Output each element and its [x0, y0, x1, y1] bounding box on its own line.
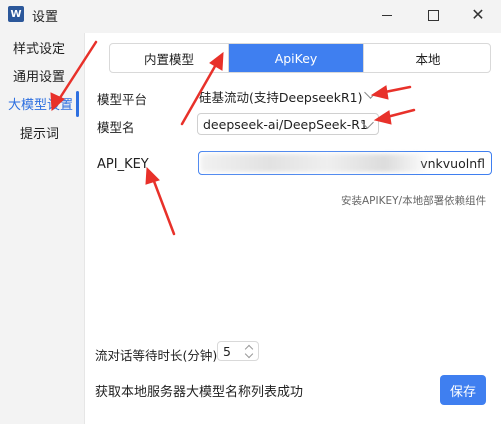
chevron-down-icon: [244, 349, 254, 359]
title-bar: W 设置 ✕: [0, 0, 501, 30]
sidebar-item-label: 提示词: [20, 126, 60, 142]
wait-duration-value: 5: [223, 343, 231, 359]
sidebar-item-general[interactable]: 通用设置: [0, 63, 76, 87]
platform-label: 模型平台: [97, 92, 148, 107]
tab-local[interactable]: 本地: [363, 44, 490, 72]
close-icon: ✕: [471, 5, 485, 24]
sidebar-active-indicator: [76, 91, 79, 117]
api-key-label: API_KEY: [97, 157, 149, 172]
sidebar-item-label: 大模型设置: [8, 97, 74, 113]
chevron-down-icon: [364, 86, 377, 99]
minimize-button[interactable]: [364, 0, 410, 30]
install-hint: 安装APIKEY/本地部署依赖组件: [341, 195, 487, 207]
sidebar-item-prompts[interactable]: 提示词: [0, 120, 76, 144]
close-button[interactable]: ✕: [455, 0, 501, 30]
model-select-value: deepseek-ai/DeepSeek-R1: [203, 116, 368, 132]
window-title: 设置: [32, 10, 59, 25]
sidebar-item-label: 样式设定: [13, 41, 66, 57]
model-select[interactable]: deepseek-ai/DeepSeek-R1: [197, 113, 379, 135]
maximize-button[interactable]: [410, 0, 456, 30]
sidebar-item-label: 通用设置: [13, 69, 66, 85]
maximize-icon: [427, 9, 439, 21]
tab-builtin-model[interactable]: 内置模型: [110, 44, 229, 72]
model-source-tabs: 内置模型 ApiKey 本地: [109, 43, 491, 73]
settings-panel: 内置模型 ApiKey 本地 模型平台 硅基流动(支持DeepseekR1) 模…: [84, 33, 501, 424]
sidebar-item-llm[interactable]: 大模型设置: [0, 91, 76, 115]
minimize-icon: [382, 14, 392, 16]
status-message: 获取本地服务器大模型名称列表成功: [95, 385, 304, 400]
sidebar-item-style[interactable]: 样式设定: [0, 35, 76, 59]
redaction-blur: [201, 154, 431, 172]
wait-duration-label: 流对话等待时长(分钟): [95, 348, 218, 363]
settings-sidebar: 样式设定 通用设置 大模型设置 提示词: [0, 30, 80, 424]
platform-select[interactable]: 硅基流动(支持DeepseekR1): [199, 86, 379, 106]
save-button[interactable]: 保存: [440, 375, 486, 405]
word-app-icon: W: [8, 6, 27, 22]
model-label: 模型名: [97, 120, 135, 135]
stepper-arrows[interactable]: [243, 343, 255, 359]
tab-apikey[interactable]: ApiKey: [229, 44, 363, 72]
platform-select-value: 硅基流动(支持DeepseekR1): [199, 89, 363, 105]
wait-duration-stepper[interactable]: 5: [217, 341, 259, 361]
